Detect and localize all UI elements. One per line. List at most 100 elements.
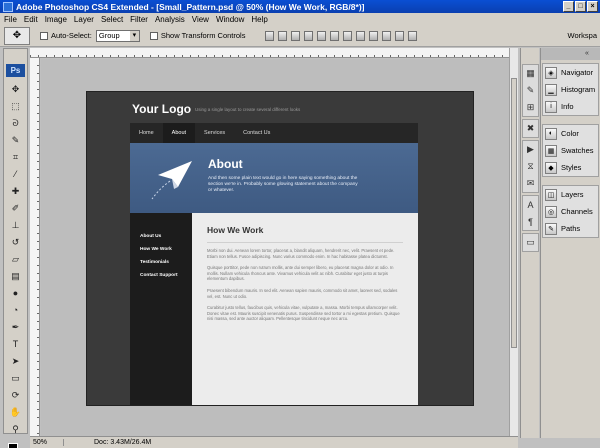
shape-tool-icon[interactable]: ▭ [6, 370, 25, 386]
panel-paths[interactable]: ✎ Paths [543, 220, 598, 237]
tool-preset-picker[interactable]: ✥ [4, 26, 30, 45]
dodge-tool-icon[interactable]: ◔ [6, 302, 25, 318]
panel-channels[interactable]: ◎ Channels [543, 203, 598, 220]
nav-services: Services [204, 130, 226, 136]
type-tool-icon[interactable]: T [6, 336, 25, 352]
pen-tool-icon[interactable]: ✒ [6, 319, 25, 335]
title-bar: Adobe Photoshop CS4 Extended - [Small_Pa… [0, 0, 600, 13]
crop-tool-icon[interactable]: ⌗ [6, 149, 25, 165]
strip-clone-source-icon[interactable]: ⊞ [523, 99, 538, 116]
clone-stamp-tool-icon[interactable]: ⊥ [6, 217, 25, 233]
marquee-tool-icon[interactable]: ⬚ [6, 98, 25, 114]
history-brush-tool-icon[interactable]: ↺ [6, 234, 25, 250]
distribute-left-icon[interactable] [382, 30, 392, 41]
panel-histogram[interactable]: ▁ Histogram [543, 81, 598, 98]
site-logo: Your Logo [132, 102, 192, 116]
color-swatches[interactable] [4, 441, 27, 448]
menu-image[interactable]: Image [45, 15, 67, 24]
menu-view[interactable]: View [192, 15, 209, 24]
vertical-scrollbar[interactable] [509, 48, 518, 436]
menu-window[interactable]: Window [216, 15, 244, 24]
distribute-top-icon[interactable] [343, 30, 353, 41]
align-right-icon[interactable] [330, 30, 340, 41]
panel-swatches[interactable]: ▦ Swatches [543, 142, 598, 159]
auto-select-dropdown[interactable]: Group [95, 29, 140, 42]
menu-analysis[interactable]: Analysis [155, 15, 185, 24]
strip-group-5: ▭ [522, 233, 539, 252]
site-content: How We Work Morbi non dui. Aenean lorem … [192, 213, 418, 405]
panel-styles[interactable]: ◆ Styles [543, 159, 598, 176]
panel-group-navigator: ◈ Navigator ▁ Histogram i Info [542, 63, 599, 116]
strip-layer-comps-icon[interactable]: ▦ [523, 65, 538, 82]
eyedropper-tool-icon[interactable]: ⁄ [6, 166, 25, 182]
hero-title: About [208, 157, 243, 171]
doc-size-readout[interactable]: Doc: 3.43M/26.4M [94, 439, 151, 446]
minimize-button[interactable]: _ [563, 1, 574, 12]
strip-group-3: ▶ ⧖ ✉ [522, 140, 539, 193]
close-button[interactable]: × [587, 1, 598, 12]
blur-tool-icon[interactable]: ● [6, 285, 25, 301]
dock-collapse-icon[interactable]: « [541, 48, 600, 60]
navigator-icon: ◈ [545, 66, 557, 79]
window-title: Adobe Photoshop CS4 Extended - [Small_Pa… [16, 1, 365, 12]
auto-select-checkbox[interactable] [40, 31, 48, 40]
strip-brushes-icon[interactable]: ✎ [523, 82, 538, 99]
panel-layers[interactable]: ◫ Layers [543, 186, 598, 203]
horizontal-ruler[interactable] [30, 48, 518, 58]
info-icon: i [545, 100, 557, 113]
menu-help[interactable]: Help [251, 15, 267, 24]
content-paragraph: Praesent bibendum mauris. In sed elit. A… [207, 287, 398, 299]
strip-notes-icon[interactable]: ✉ [523, 175, 538, 192]
photoshop-app-icon [3, 1, 13, 12]
path-select-tool-icon[interactable]: ➤ [6, 353, 25, 369]
distribute-middle-icon[interactable] [356, 30, 366, 41]
strip-paragraph-icon[interactable]: ¶ [523, 213, 538, 230]
align-middle-icon[interactable] [278, 30, 288, 41]
panel-navigator[interactable]: ◈ Navigator [543, 64, 598, 81]
workspace-switcher[interactable]: Workspa [568, 31, 597, 40]
healing-tool-icon[interactable]: ✚ [6, 183, 25, 199]
maximize-button[interactable]: □ [575, 1, 586, 12]
ps-logo: Ps [6, 64, 25, 77]
brush-tool-icon[interactable]: ✐ [6, 200, 25, 216]
move-tool-icon[interactable]: ✥ [6, 81, 25, 97]
window-controls: _ □ × [563, 1, 598, 12]
nav-about: About [162, 123, 196, 143]
zoom-level-field[interactable]: 50% [30, 439, 64, 446]
status-bar: 50% Doc: 3.43M/26.4M [30, 436, 518, 448]
vertical-ruler[interactable] [30, 58, 40, 436]
menu-filter[interactable]: Filter [130, 15, 148, 24]
distribute-bottom-icon[interactable] [369, 30, 379, 41]
panel-info[interactable]: i Info [543, 98, 598, 115]
menu-file[interactable]: File [4, 15, 17, 24]
quick-select-tool-icon[interactable]: ✎ [6, 132, 25, 148]
align-top-icon[interactable] [265, 30, 275, 41]
foreground-color[interactable] [8, 443, 18, 448]
hand-tool-icon[interactable]: ✋ [6, 404, 25, 420]
strip-tool-presets-icon[interactable]: ✖ [523, 120, 538, 137]
strip-masks-icon[interactable]: ▭ [523, 234, 538, 251]
strip-history-icon[interactable]: ⧖ [523, 158, 538, 175]
lasso-tool-icon[interactable]: ᘐ [6, 115, 25, 131]
panel-color[interactable]: ◐ Color [543, 125, 598, 142]
eraser-tool-icon[interactable]: ▱ [6, 251, 25, 267]
scrollbar-thumb[interactable] [511, 78, 517, 348]
show-transform-checkbox[interactable] [149, 31, 158, 40]
gradient-tool-icon[interactable]: ▤ [6, 268, 25, 284]
menu-layer[interactable]: Layer [74, 15, 94, 24]
panel-group-color: ◐ Color ▦ Swatches ◆ Styles [542, 124, 599, 177]
zoom-tool-icon[interactable]: ⚲ [6, 421, 25, 437]
sidebar-item-how-we-work: How We Work [140, 247, 172, 252]
3d-rotate-tool-icon[interactable]: ⟳ [6, 387, 25, 403]
menu-edit[interactable]: Edit [24, 15, 38, 24]
align-left-icon[interactable] [304, 30, 314, 41]
strip-character-icon[interactable]: A [523, 196, 538, 213]
options-bar: ✥ Auto-Select: Group Show Transform Cont… [0, 25, 600, 47]
align-center-icon[interactable] [317, 30, 327, 41]
menu-select[interactable]: Select [101, 15, 123, 24]
strip-actions-icon[interactable]: ▶ [523, 141, 538, 158]
document-canvas[interactable]: Your Logo Using a single layout to creat… [86, 91, 474, 406]
align-bottom-icon[interactable] [291, 30, 301, 41]
distribute-right-icon[interactable] [408, 30, 418, 41]
distribute-center-icon[interactable] [395, 30, 405, 41]
